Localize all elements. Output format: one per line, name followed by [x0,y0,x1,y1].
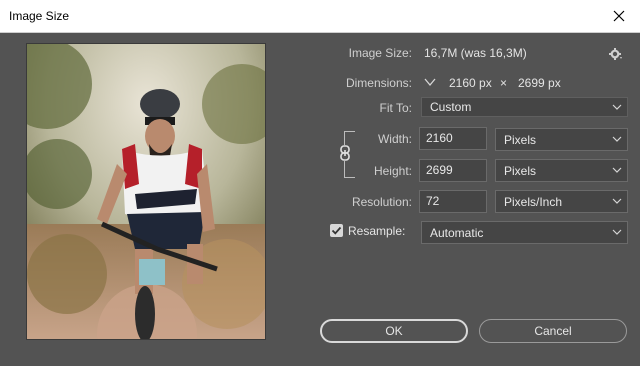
width-label: Width: [377,132,412,146]
resolution-label: Resolution: [351,195,412,209]
height-input[interactable]: 2699 [419,159,487,182]
height-unit-value: Pixels [504,164,537,178]
resample-select[interactable]: Automatic [421,221,628,244]
resample-value: Automatic [430,226,484,240]
image-preview[interactable] [26,43,266,340]
resolution-input[interactable]: 72 [419,190,487,213]
dimensions-separator: × [500,76,508,90]
resolution-unit-select[interactable]: Pixels/Inch [495,190,628,213]
dimensions-label: Dimensions: [345,76,412,90]
fit-to-label: Fit To: [379,101,412,115]
chevron-down-icon [612,167,622,173]
gear-icon [609,48,622,60]
width-unit-select[interactable]: Pixels [495,128,628,151]
window-title: Image Size [9,9,70,23]
chevron-down-icon [612,198,622,204]
chevron-down-icon [612,136,622,142]
dimensions-units-toggle[interactable] [424,76,436,88]
checkmark-icon [331,226,342,235]
settings-button[interactable] [609,47,623,61]
title-bar: Image Size [0,0,640,33]
close-button[interactable] [606,3,632,29]
resample-checkbox[interactable] [330,224,343,237]
height-unit-select[interactable]: Pixels [495,159,628,182]
constrain-proportions-toggle[interactable] [339,145,351,161]
close-icon [613,10,625,22]
fit-to-value: Custom [430,100,472,114]
height-label: Height: [373,164,412,178]
chain-link-icon [340,145,350,161]
cancel-button[interactable]: Cancel [479,319,627,343]
resample-label: Resample: [348,224,406,238]
width-unit-value: Pixels [504,133,537,147]
width-input[interactable]: 2160 [419,127,487,150]
image-size-value: 16,7M (was 16,3M) [424,46,527,60]
chevron-down-icon [612,104,622,110]
chevron-down-icon [612,229,622,235]
resolution-unit-value: Pixels/Inch [504,195,563,209]
chevron-down-icon [424,78,436,87]
fit-to-select[interactable]: Custom [421,97,628,117]
dimensions-width: 2160 px [449,76,492,90]
ok-button[interactable]: OK [320,319,468,343]
image-size-label: Image Size: [348,46,412,60]
dimensions-height: 2699 px [518,76,561,90]
preview-photo [27,44,265,339]
